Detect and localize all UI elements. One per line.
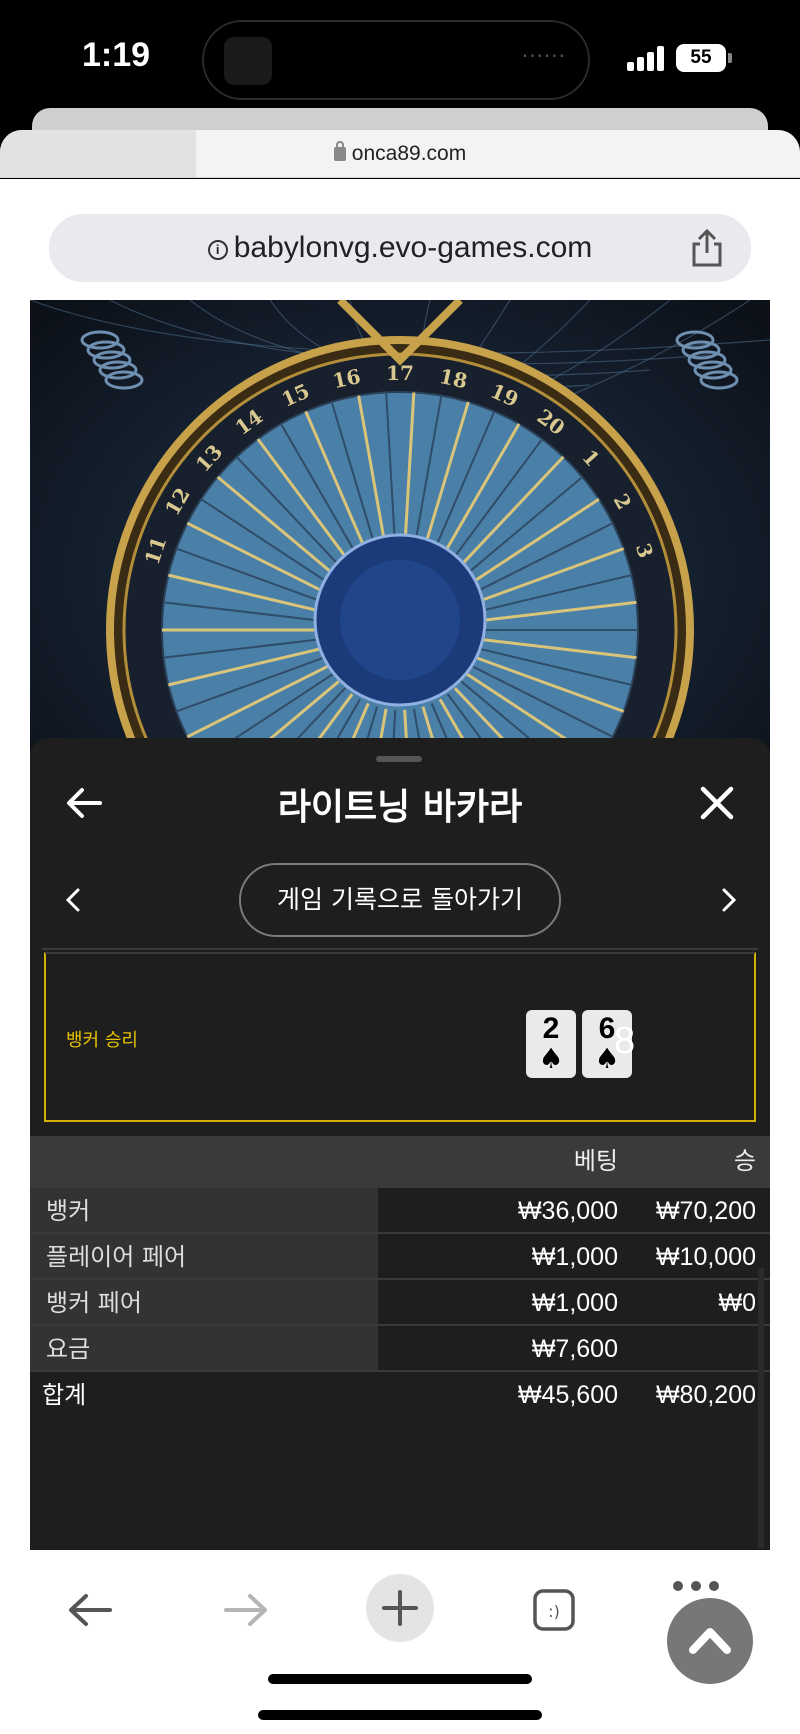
row-label: 뱅커 페어 <box>30 1280 378 1324</box>
tabs-icon[interactable]: :) <box>532 1588 576 1632</box>
outer-url-text: onca89.com <box>0 141 800 166</box>
row-label: 플레이어 페어 <box>30 1234 378 1278</box>
tesla-coil <box>699 370 739 390</box>
round-result: 뱅커 승리 2 ♠ 6 ♠ 8 <box>44 952 756 1122</box>
divider <box>42 948 758 950</box>
table-row: 뱅커 ₩36,000 ₩70,200 <box>30 1188 770 1234</box>
header-bet: 베팅 <box>573 1148 618 1175</box>
card-rank: 2 <box>542 1012 560 1045</box>
row-bet: ₩7,600 <box>531 1335 618 1363</box>
total-bet: ₩45,600 <box>517 1381 618 1409</box>
tesla-coil <box>86 340 126 360</box>
address-label: babylonvg.evo-games.com <box>233 231 593 264</box>
dynamic-island: ······ <box>202 20 590 100</box>
home-indicator <box>268 1674 532 1684</box>
plus-icon <box>382 1590 418 1626</box>
game-history-panel: 라이트닝 바카라 게임 기록으로 돌아가기 뱅커 승리 2 ♠ 6 ♠ 8 베팅… <box>30 738 770 1550</box>
tesla-coil <box>693 360 733 380</box>
lock-icon <box>333 141 346 161</box>
table-header: 베팅 승 <box>30 1136 770 1188</box>
panel-title: 라이트닝 바카라 <box>277 787 523 828</box>
row-win: ₩0 <box>718 1289 757 1317</box>
table-row: 요금 ₩7,600 <box>30 1326 770 1372</box>
table-total-row: 합계 ₩45,600 ₩80,200 <box>30 1372 770 1422</box>
home-indicator-bar <box>258 1710 542 1720</box>
svg-text::): :) <box>548 1602 560 1621</box>
row-win: ₩70,200 <box>655 1197 756 1225</box>
scroll-to-top-button[interactable] <box>667 1598 753 1684</box>
back-icon[interactable] <box>66 1590 114 1630</box>
total-win: ₩80,200 <box>655 1381 756 1409</box>
back-to-history-button[interactable]: 게임 기록으로 돌아가기 <box>239 863 561 937</box>
game-scene: 11 12 13 14 15 16 17 18 19 20 1 2 3 <box>30 300 770 750</box>
camera-indicator <box>224 37 272 85</box>
address-bar[interactable]: i babylonvg.evo-games.com <box>49 214 751 282</box>
battery-tip <box>728 53 732 63</box>
outer-url-label: onca89.com <box>351 142 467 165</box>
forward-icon[interactable] <box>222 1590 270 1630</box>
total-label: 합계 <box>42 1381 87 1409</box>
table-row: 플레이어 페어 ₩1,000 ₩10,000 <box>30 1234 770 1280</box>
tesla-coil <box>80 330 120 350</box>
island-dots-icon: ······ <box>521 44 566 68</box>
row-label: 뱅커 <box>30 1188 378 1232</box>
battery-icon: 55 <box>676 44 726 72</box>
row-bet: ₩1,000 <box>531 1243 618 1271</box>
chevron-left-icon[interactable] <box>56 880 92 920</box>
new-tab-button[interactable] <box>366 1574 434 1642</box>
status-time: 1:19 <box>82 36 151 74</box>
playing-card: 2 ♠ <box>526 1010 576 1078</box>
outer-url-bar[interactable]: onca89.com <box>0 130 800 178</box>
signal-icon <box>627 45 667 71</box>
table-row: 뱅커 페어 ₩1,000 ₩0 <box>30 1280 770 1326</box>
address-text: i babylonvg.evo-games.com <box>49 231 751 265</box>
orb-glow <box>340 560 460 680</box>
drag-handle[interactable] <box>376 756 422 762</box>
chevron-right-icon[interactable] <box>710 880 746 920</box>
spade-icon: ♠ <box>538 1042 564 1075</box>
status-bar: 1:19 ······ 55 <box>0 0 800 110</box>
info-icon[interactable]: i <box>207 240 228 260</box>
row-bet: ₩1,000 <box>531 1289 618 1317</box>
row-win: ₩10,000 <box>655 1243 756 1271</box>
browser-toolbar: :) <box>0 1550 800 1734</box>
hand-score: 8 <box>614 1020 636 1062</box>
lightning-wheel: 1112131415 16 17 18 1920123 <box>30 300 770 750</box>
more-icon[interactable] <box>672 1580 720 1592</box>
tesla-coil <box>104 370 144 390</box>
tesla-coil <box>687 350 727 370</box>
header-win: 승 <box>733 1148 756 1175</box>
share-icon[interactable] <box>689 229 725 267</box>
tesla-coil <box>92 350 132 370</box>
row-bet: ₩36,000 <box>517 1197 618 1225</box>
chevron-up-icon <box>689 1628 731 1654</box>
row-label: 요금 <box>30 1326 378 1370</box>
panel-scrollbar[interactable] <box>758 1268 764 1548</box>
tesla-coil <box>98 360 138 380</box>
close-icon[interactable] <box>692 778 742 828</box>
result-label: 뱅커 승리 <box>66 1030 138 1051</box>
bets-table: 베팅 승 뱅커 ₩36,000 ₩70,200 플레이어 페어 ₩1,000 ₩… <box>30 1136 770 1422</box>
